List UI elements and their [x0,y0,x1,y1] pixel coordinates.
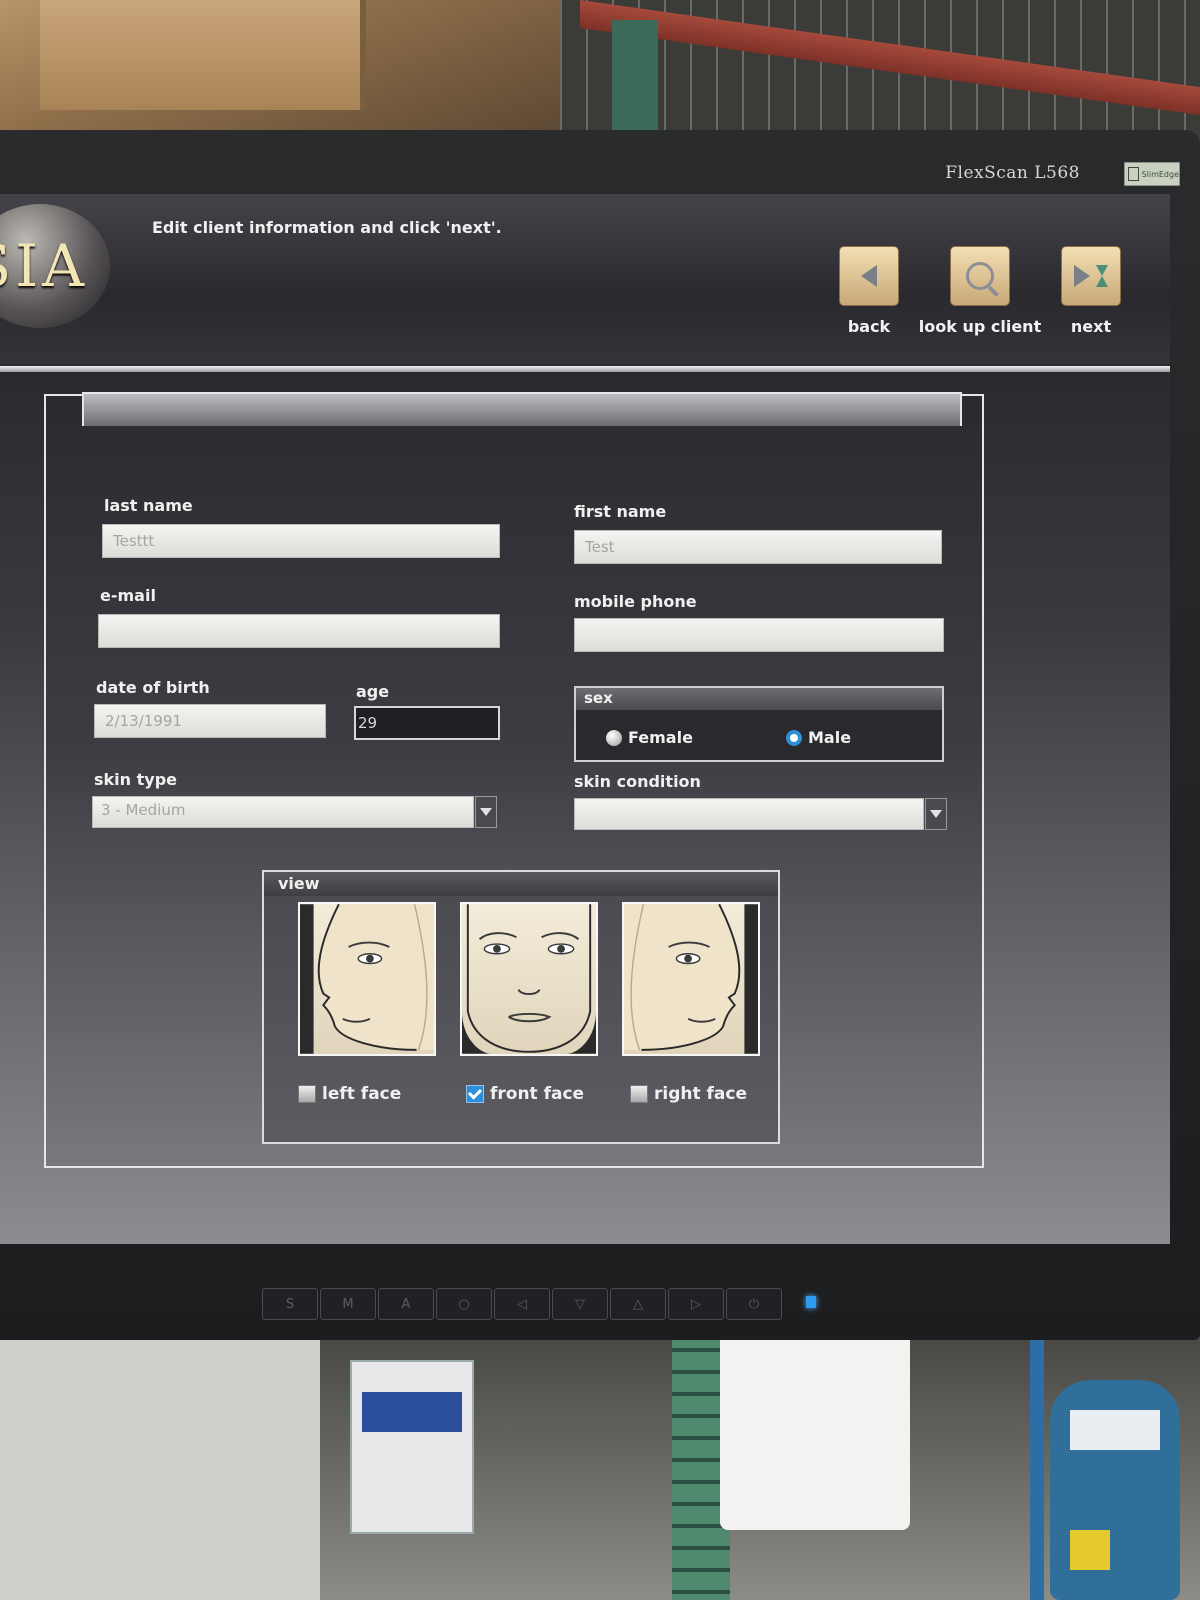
bookmark-icon [1128,167,1139,181]
sex-label: sex [584,689,613,707]
view-label: view [278,874,320,893]
email-label: e-mail [100,586,156,605]
right-face-checkbox[interactable]: right face [630,1084,747,1104]
checkbox-unchecked-icon [298,1085,316,1103]
left-face-thumbnail[interactable] [298,902,436,1056]
female-label: Female [628,728,693,747]
app-header: SIA Edit client information and click 'n… [0,194,1170,364]
monitor-badge: SlimEdge [1124,162,1180,186]
background-paper-box [350,1360,474,1534]
skin-condition-label: skin condition [574,772,701,791]
radio-selected-icon [786,729,802,746]
sex-group: sex Female Male [574,686,944,762]
next-button[interactable]: next [1026,246,1156,336]
left-face-label: left face [322,1084,402,1104]
chevron-down-icon[interactable] [475,796,497,828]
monitor-button-s[interactable]: S [262,1288,318,1320]
monitor-button-left[interactable]: ◁ [494,1288,550,1320]
view-title-bar [264,872,778,896]
right-face-icon [624,904,758,1054]
date-of-birth-input[interactable] [94,704,326,738]
radio-unselected-icon [606,729,622,746]
header-divider [0,366,1170,372]
male-label: Male [808,728,852,747]
right-face-label: right face [654,1084,748,1104]
email-input[interactable] [98,614,500,648]
power-led [806,1296,816,1308]
age-input[interactable] [354,706,500,740]
skin-condition-select[interactable] [574,798,947,830]
next-hourglass-icon [1061,246,1121,306]
skin-type-label: skin type [94,770,177,789]
last-name-label: last name [104,496,193,515]
background-tank [1050,1380,1180,1600]
monitor-model-label: FlexScan L568 [945,163,1080,183]
monitor-button-up[interactable]: △ [610,1288,666,1320]
background-cardboard-box [40,0,366,110]
monitor-badge-text: SlimEdge [1141,169,1179,179]
sex-title-bar [576,688,942,710]
skin-type-value: 3 - Medium [101,801,186,819]
age-label: age [356,682,390,701]
mobile-phone-label: mobile phone [574,592,697,611]
chevron-down-icon[interactable] [925,798,947,830]
last-name-input[interactable] [102,524,500,558]
view-group: view left face front face right face [262,870,780,1144]
monitor-button-down[interactable]: ▽ [552,1288,608,1320]
background-floor-box [0,1330,320,1600]
next-button-label: next [1070,317,1112,336]
left-face-icon [300,904,434,1054]
magnifier-icon [950,246,1010,306]
sex-female-radio[interactable]: Female [606,728,693,747]
background-bin [720,1330,910,1530]
monitor-power-button[interactable]: ⏻ [726,1288,782,1320]
front-face-icon [462,904,596,1054]
front-face-thumbnail[interactable] [460,902,598,1056]
left-face-checkbox[interactable]: left face [298,1084,401,1104]
monitor-button-enter[interactable]: ○ [436,1288,492,1320]
client-form-panel: last name first name e-mail mobile phone… [44,392,984,1168]
sex-male-radio[interactable]: Male [786,728,851,747]
first-name-label: first name [574,502,667,521]
front-face-label: front face [490,1084,585,1104]
date-of-birth-label: date of birth [96,678,210,697]
app-logo: SIA [0,204,110,328]
instruction-text: Edit client information and click 'next'… [152,218,502,237]
background-cart-pole [1030,1330,1044,1600]
back-icon [839,246,899,306]
app-logo-text: SIA [0,232,88,300]
first-name-input[interactable] [574,530,942,564]
background-rack-post [612,20,658,140]
monitor-button-a[interactable]: A [378,1288,434,1320]
checkbox-unchecked-icon [630,1085,648,1103]
mobile-phone-input[interactable] [574,618,944,652]
monitor-button-right[interactable]: ▷ [668,1288,724,1320]
front-face-checkbox[interactable]: front face [466,1084,584,1104]
panel-title-bar [82,392,962,426]
monitor-button-m[interactable]: M [320,1288,376,1320]
app-screen: SIA Edit client information and click 'n… [0,194,1170,1244]
skin-type-select[interactable]: 3 - Medium [92,796,497,828]
monitor-controls: S M A ○ ◁ ▽ △ ▷ ⏻ [262,1288,782,1320]
right-face-thumbnail[interactable] [622,902,760,1056]
checkbox-checked-icon [466,1085,484,1103]
